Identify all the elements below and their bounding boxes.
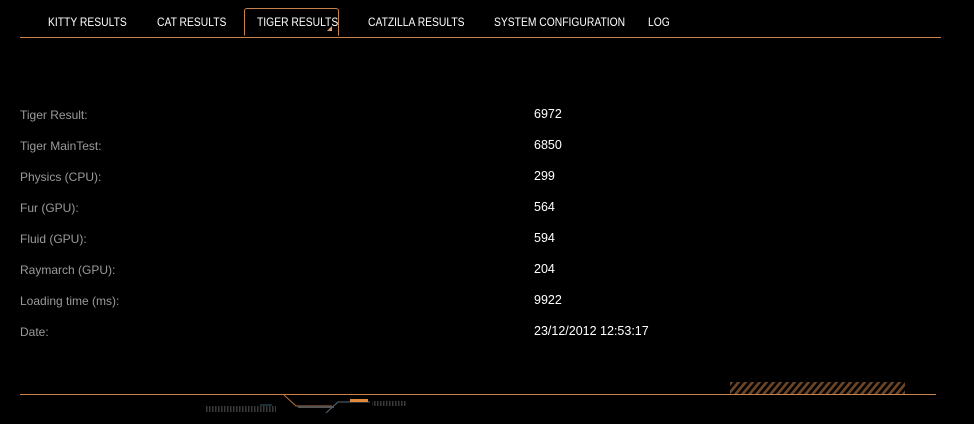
- tab-log[interactable]: LOG: [648, 8, 673, 37]
- tab-catzilla-results[interactable]: CATZILLA RESULTS: [368, 8, 480, 37]
- footer-divider: [20, 394, 936, 395]
- result-row-tiger-maintest: Tiger MainTest: 6850: [20, 136, 920, 167]
- tab-label: CATZILLA RESULTS: [368, 15, 465, 29]
- result-row-fur-gpu: Fur (GPU): 564: [20, 198, 920, 229]
- result-value: 299: [534, 169, 555, 183]
- result-value: 9922: [534, 293, 562, 307]
- tab-system-configuration[interactable]: SYSTEM CONFIGURATION: [494, 8, 646, 37]
- result-value: 204: [534, 262, 555, 276]
- result-row-physics-cpu: Physics (CPU): 299: [20, 167, 920, 198]
- tab-tiger-results[interactable]: TIGER RESULTS: [244, 8, 339, 36]
- tab-bar: KITTY RESULTS CAT RESULTS TIGER RESULTS …: [20, 8, 941, 38]
- result-value: 594: [534, 231, 555, 245]
- active-tab-corner-icon: [327, 26, 332, 31]
- result-label: Date:: [20, 325, 49, 339]
- result-row-loading-time: Loading time (ms): 9922: [20, 291, 920, 322]
- results-table: Tiger Result: 6972 Tiger MainTest: 6850 …: [20, 105, 920, 353]
- tab-cat-results[interactable]: CAT RESULTS: [157, 8, 238, 37]
- tab-label: KITTY RESULTS: [48, 15, 127, 29]
- tab-label: SYSTEM CONFIGURATION: [494, 15, 626, 29]
- result-value: 6850: [534, 138, 562, 152]
- result-row-tiger-result: Tiger Result: 6972: [20, 105, 920, 136]
- tab-label: LOG: [648, 15, 670, 29]
- result-value: 564: [534, 200, 555, 214]
- result-label: Fur (GPU):: [20, 201, 79, 215]
- tab-label: TIGER RESULTS: [257, 15, 339, 29]
- result-label: Tiger MainTest:: [20, 139, 102, 153]
- result-label: Tiger Result:: [20, 108, 88, 122]
- footer-stripes-right-decoration: [730, 382, 905, 394]
- result-value: 6972: [534, 107, 562, 121]
- result-row-fluid-gpu: Fluid (GPU): 594: [20, 229, 920, 260]
- tab-kitty-results[interactable]: KITTY RESULTS: [48, 8, 140, 37]
- result-label: Raymarch (GPU):: [20, 263, 116, 277]
- result-row-date: Date: 23/12/2012 12:53:17: [20, 322, 920, 353]
- result-label: Physics (CPU):: [20, 170, 102, 184]
- result-label: Loading time (ms):: [20, 294, 120, 308]
- footer-hud-decoration: [206, 394, 406, 414]
- result-value: 23/12/2012 12:53:17: [534, 324, 649, 338]
- result-row-raymarch-gpu: Raymarch (GPU): 204: [20, 260, 920, 291]
- result-label: Fluid (GPU):: [20, 232, 87, 246]
- tab-label: CAT RESULTS: [157, 15, 227, 29]
